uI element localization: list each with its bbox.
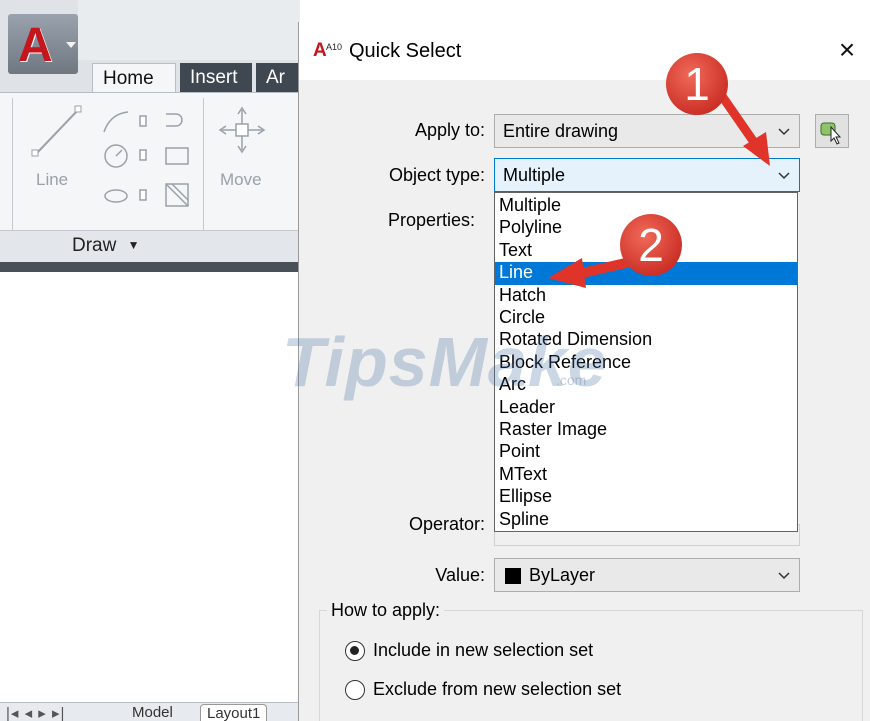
object-type-option[interactable]: Ellipse xyxy=(495,486,797,508)
object-type-option[interactable]: Line xyxy=(495,262,797,285)
app-icon-version: A10 xyxy=(326,42,342,52)
line-tool-label: Line xyxy=(36,170,69,189)
quick-access-area xyxy=(78,0,300,60)
watermark: TipsMake xyxy=(282,323,608,401)
object-type-option[interactable]: Hatch xyxy=(495,285,797,307)
exclude-radio-button[interactable] xyxy=(345,680,365,700)
close-button[interactable]: × xyxy=(831,34,863,66)
line-tool-icon[interactable] xyxy=(28,102,88,162)
layout-tab-bar: |◂ ◂ ▸ ▸| Model Layout1 xyxy=(0,702,300,721)
tab-insert[interactable]: Insert xyxy=(180,63,252,92)
select-objects-button[interactable] xyxy=(815,114,849,148)
object-type-select[interactable]: Multiple xyxy=(494,158,800,192)
chevron-down-icon xyxy=(778,572,790,580)
autocad-logo-icon: A xyxy=(18,19,53,72)
layout-nav-arrows-icon[interactable]: |◂ ◂ ▸ ▸| xyxy=(6,704,65,721)
draw-panel-label[interactable]: Draw ▼ xyxy=(72,235,140,257)
object-type-option[interactable]: Multiple xyxy=(495,195,797,217)
object-type-option[interactable]: Raster Image xyxy=(495,419,797,441)
object-type-option[interactable]: Text xyxy=(495,240,797,262)
properties-label: Properties: xyxy=(387,210,475,230)
operator-label: Operator: xyxy=(408,514,485,534)
apply-to-value: Entire drawing xyxy=(503,121,619,141)
move-tool-icon[interactable] xyxy=(218,106,268,156)
object-type-option[interactable]: MText xyxy=(495,464,797,486)
value-value: ByLayer xyxy=(529,565,596,585)
tab-model[interactable]: Model xyxy=(132,704,173,721)
tab-annotate[interactable]: Ar xyxy=(256,63,300,92)
caret-down-icon: ▼ xyxy=(127,238,140,252)
draw-panel-title: Draw xyxy=(72,235,117,256)
drawing-canvas[interactable] xyxy=(0,272,300,702)
move-tool-label: Move xyxy=(220,170,262,189)
value-select[interactable]: ByLayer xyxy=(494,558,800,592)
autocad-app-icon: A A10 xyxy=(313,40,342,60)
value-label: Value: xyxy=(435,565,485,585)
exclude-radio-label: Exclude from new selection set xyxy=(373,679,622,699)
svg-text:A: A xyxy=(313,40,327,60)
include-radio-button[interactable] xyxy=(345,641,365,661)
close-icon: × xyxy=(838,34,856,65)
tab-home[interactable]: Home xyxy=(92,63,176,92)
watermark-suffix: .com xyxy=(556,372,587,388)
chevron-down-icon xyxy=(778,128,790,136)
object-type-value: Multiple xyxy=(503,165,566,185)
ribbon-panel-footer xyxy=(0,230,300,262)
object-type-option[interactable]: Polyline xyxy=(495,217,797,239)
chevron-down-icon xyxy=(66,42,76,48)
color-swatch xyxy=(505,568,521,584)
object-type-option[interactable]: Point xyxy=(495,441,797,463)
how-to-apply-group xyxy=(319,610,863,721)
apply-to-select[interactable]: Entire drawing xyxy=(494,114,800,148)
dialog-title: Quick Select xyxy=(349,40,462,62)
application-menu-button[interactable]: A xyxy=(8,14,78,74)
chevron-down-icon xyxy=(778,172,790,180)
include-radio-label: Include in new selection set xyxy=(373,640,594,660)
dialog-title-bar: A A10 Quick Select × xyxy=(299,22,870,80)
select-objects-icon xyxy=(820,122,842,145)
draw-tools-icon-grid[interactable] xyxy=(100,108,200,218)
tab-layout1[interactable]: Layout1 xyxy=(200,704,268,721)
canvas-separator xyxy=(0,262,300,272)
how-to-apply-label: How to apply: xyxy=(327,600,445,621)
object-type-option[interactable]: Spline xyxy=(495,509,797,531)
apply-to-label: Apply to: xyxy=(414,120,485,140)
object-type-label: Object type: xyxy=(388,165,485,185)
